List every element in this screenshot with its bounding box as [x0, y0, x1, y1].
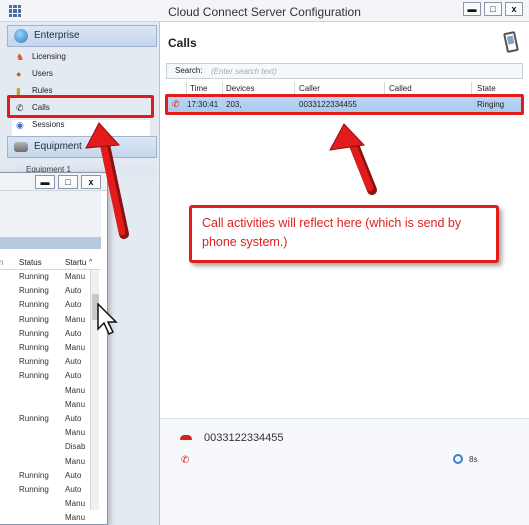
table-row[interactable]: Running Auto: [0, 327, 101, 341]
nav-section-label: Equipment: [34, 141, 82, 152]
service-status: Running: [19, 414, 49, 423]
search-label: Search:: [175, 66, 203, 75]
table-row[interactable]: Manu: [0, 384, 101, 398]
service-startup-type: Auto: [65, 485, 82, 494]
service-startup-type: Auto: [65, 371, 82, 381]
call-duration: 8s: [469, 455, 478, 464]
annotation-text-line-1: Call activities will reflect here (which…: [202, 216, 462, 230]
search-input[interactable]: [211, 65, 511, 77]
search-bar: Search:: [166, 63, 523, 79]
table-row[interactable]: Running Manu: [0, 341, 101, 355]
service-startup-type: Disab: [65, 442, 86, 452]
timer-icon: [453, 454, 463, 464]
annotation-callout: Call activities will reflect here (which…: [189, 205, 499, 263]
table-row[interactable]: Running Auto: [0, 483, 101, 497]
sidebar-item-label: Licensing: [32, 52, 66, 61]
service-startup-type: Manu: [65, 499, 86, 509]
sidebar-item-licensing[interactable]: ♞ Licensing: [16, 50, 66, 64]
detail-number: 0033122334455: [204, 432, 284, 444]
service-status: Running: [19, 485, 49, 494]
service-startup-type: Manu: [65, 456, 86, 466]
globe-icon: [14, 29, 28, 43]
table-row[interactable]: Running Auto: [0, 412, 101, 426]
annotation-text-line-2: phone system.): [202, 235, 288, 249]
services-header-bar: [0, 237, 101, 249]
table-row[interactable]: Manu: [0, 497, 101, 511]
table-row[interactable]: Manu: [0, 511, 101, 525]
service-status: Running: [19, 343, 49, 352]
column-header-startup[interactable]: Startu: [65, 256, 86, 270]
service-startup-type: Manu: [65, 343, 86, 352]
service-startup-type: Auto: [65, 357, 82, 367]
service-status: Running: [19, 272, 49, 281]
service-status: Running: [19, 371, 49, 381]
minimize-button[interactable]: ▬: [463, 2, 481, 16]
services-toolbar-area: [0, 191, 101, 241]
close-button[interactable]: x: [81, 175, 101, 189]
incoming-call-icon: ✆: [181, 455, 190, 466]
sidebar-item-label: Users: [32, 69, 53, 78]
service-startup-type: Manu: [65, 272, 86, 281]
device-icon: [14, 142, 28, 152]
service-startup-type: Manu: [65, 314, 86, 324]
table-row[interactable]: Running Auto: [0, 284, 101, 298]
service-status: Running: [19, 470, 49, 480]
sidebar-item-sessions[interactable]: ◉ Sessions: [16, 118, 64, 132]
service-startup-type: Auto: [65, 328, 82, 338]
column-header-status[interactable]: Status: [19, 256, 42, 270]
nav-section-equipment[interactable]: Equipment: [7, 136, 157, 158]
mobile-phone-icon: [503, 30, 519, 54]
page-title: Calls: [168, 36, 197, 50]
table-row[interactable]: Running Auto: [0, 298, 101, 312]
nav-section-enterprise[interactable]: Enterprise: [7, 25, 157, 47]
service-status: Running: [19, 357, 49, 367]
nav-section-label: Enterprise: [34, 30, 80, 41]
window-title: Cloud Connect Server Configuration: [168, 5, 361, 19]
call-row-highlight-box: [165, 94, 524, 115]
table-row[interactable]: Running Auto: [0, 469, 101, 483]
table-row[interactable]: Running Manu: [0, 313, 101, 327]
table-row[interactable]: Manu: [0, 426, 101, 440]
sidebar-item-label: Sessions: [32, 120, 65, 129]
service-status: Running: [19, 328, 49, 338]
maximize-button[interactable]: □: [58, 175, 78, 189]
close-button[interactable]: x: [505, 2, 523, 16]
user-icon: ●: [16, 69, 22, 79]
calls-highlight-box: [7, 95, 154, 118]
table-row[interactable]: Running Auto: [0, 369, 101, 383]
table-row[interactable]: Manu: [0, 398, 101, 412]
services-title-bar: ▬ □ x: [0, 173, 107, 191]
title-bar: Cloud Connect Server Configuration ▬ □ x: [0, 0, 529, 22]
service-startup-type: Auto: [65, 300, 82, 310]
service-startup-type: Manu: [65, 428, 86, 438]
service-status: Running: [19, 300, 49, 310]
service-startup-type: Auto: [65, 414, 82, 423]
sidebar-item-users[interactable]: ● Users: [16, 67, 53, 81]
service-startup-type: Manu: [65, 399, 86, 409]
table-row[interactable]: Disab: [0, 440, 101, 454]
service-status: Running: [19, 286, 49, 296]
hangup-icon[interactable]: [180, 435, 192, 440]
mouse-cursor-icon: [97, 303, 118, 336]
service-startup-type: Auto: [65, 470, 82, 480]
sessions-icon: ◉: [16, 120, 24, 130]
maximize-button[interactable]: □: [484, 2, 502, 16]
calls-panel: Calls Search: Time Devices Caller Called…: [160, 22, 529, 525]
table-row[interactable]: Manu: [0, 455, 101, 469]
table-row[interactable]: Running Manu: [0, 270, 101, 284]
call-detail-panel: 0033122334455 ✆ 8s: [160, 418, 529, 525]
services-window: ▬ □ x n Status Startu ^ Running Manu Runni…: [0, 172, 108, 525]
services-table-header: n Status Startu ^: [0, 256, 101, 270]
license-icon: ♞: [16, 52, 25, 62]
minimize-button[interactable]: ▬: [35, 175, 55, 189]
sidebar-item-label: Rules: [32, 86, 53, 95]
service-startup-type: Manu: [65, 513, 86, 523]
service-status: Running: [19, 314, 49, 324]
sort-caret-icon: ^: [89, 259, 93, 266]
service-startup-type: Auto: [65, 286, 82, 296]
service-startup-type: Manu: [65, 385, 86, 395]
table-row[interactable]: Running Auto: [0, 355, 101, 369]
